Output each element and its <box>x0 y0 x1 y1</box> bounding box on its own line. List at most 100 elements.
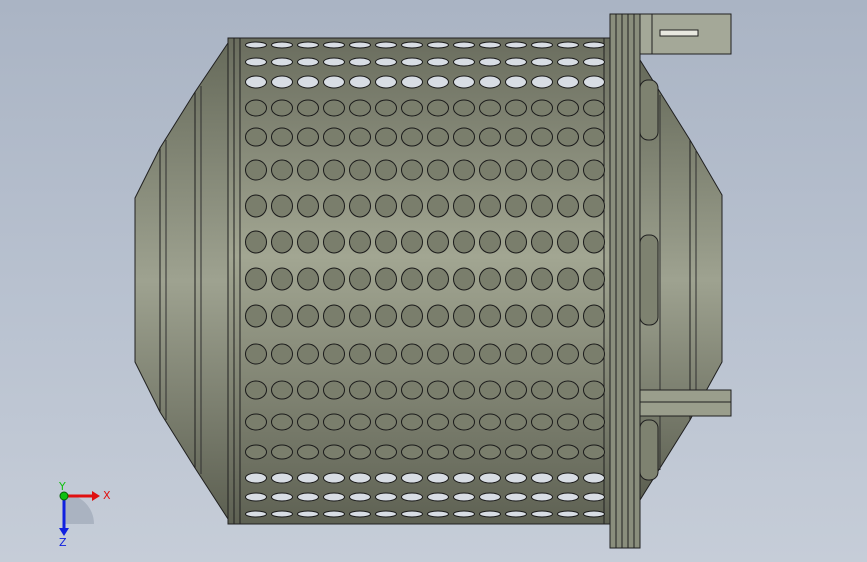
perforation-hole <box>453 267 475 291</box>
bottom-lug <box>639 389 732 417</box>
perforation-hole <box>557 510 579 518</box>
perforation-hole <box>583 57 605 67</box>
cad-viewport[interactable]: X Y Z <box>0 0 867 562</box>
flange-plate <box>609 13 641 549</box>
perforation-hole <box>427 380 449 400</box>
perforation-hole <box>427 444 449 460</box>
perforation-hole <box>479 99 501 117</box>
perforation-hole <box>453 99 475 117</box>
perforation-hole <box>323 267 345 291</box>
perforation-hole <box>323 472 345 484</box>
perforation-hole <box>531 472 553 484</box>
perforation-hole <box>245 472 267 484</box>
perforation-hole <box>427 304 449 328</box>
perforation-hole <box>375 510 397 518</box>
perforation-hole <box>349 159 371 181</box>
perforation-hole <box>531 444 553 460</box>
perforation-hole <box>427 159 449 181</box>
perforation-hole <box>297 57 319 67</box>
perforation-hole <box>505 413 527 431</box>
perforation-hole <box>323 159 345 181</box>
perforation-hole <box>583 510 605 518</box>
perforation-hole <box>479 380 501 400</box>
perforation-hole <box>245 492 267 502</box>
perforation-hole <box>505 510 527 518</box>
perforation-hole <box>349 472 371 484</box>
orientation-triad[interactable]: X Y Z <box>40 482 120 552</box>
perforation-hole <box>505 472 527 484</box>
perforation-hole <box>453 413 475 431</box>
perforation-hole <box>245 444 267 460</box>
perforation-hole <box>505 127 527 147</box>
perforation-hole <box>401 444 423 460</box>
perforation-hole <box>453 57 475 67</box>
perforation-hole <box>479 444 501 460</box>
perforation-hole <box>531 413 553 431</box>
perforation-hole <box>583 492 605 502</box>
perforation-hole <box>349 267 371 291</box>
perforation-hole <box>401 57 423 67</box>
perforation-hole <box>557 159 579 181</box>
perforation-hole <box>557 413 579 431</box>
perforation-hole <box>297 230 319 254</box>
perforation-hole <box>557 127 579 147</box>
perforation-hole <box>505 41 527 49</box>
perforation-hole <box>245 413 267 431</box>
perforation-hole <box>349 492 371 502</box>
x-axis-arrow <box>92 491 100 501</box>
perforation-hole <box>427 267 449 291</box>
perforation-hole <box>583 472 605 484</box>
perforation-hole <box>375 472 397 484</box>
perforation-hole <box>375 444 397 460</box>
perforation-hole <box>427 472 449 484</box>
perforation-hole <box>557 472 579 484</box>
perforation-hole <box>505 492 527 502</box>
perforation-hole <box>453 444 475 460</box>
perforation-hole <box>479 472 501 484</box>
perforation-hole <box>349 343 371 365</box>
perforation-hole <box>271 230 293 254</box>
perforation-hole <box>271 380 293 400</box>
perforation-hole <box>557 75 579 89</box>
perforation-hole <box>401 343 423 365</box>
perforation-hole <box>583 304 605 328</box>
perforation-hole <box>245 75 267 89</box>
perforation-hole <box>583 267 605 291</box>
perforation-hole <box>297 472 319 484</box>
perforation-hole <box>401 267 423 291</box>
perforation-hole <box>557 57 579 67</box>
perforation-hole <box>583 230 605 254</box>
perforation-hole <box>505 267 527 291</box>
perforation-hole <box>505 230 527 254</box>
perforation-hole <box>531 267 553 291</box>
perforation-hole <box>479 75 501 89</box>
perforation-hole <box>479 57 501 67</box>
perforation-hole <box>375 230 397 254</box>
perforation-hole <box>375 267 397 291</box>
perforation-hole <box>505 99 527 117</box>
perforation-hole <box>375 57 397 67</box>
drum-model[interactable] <box>0 0 867 562</box>
perforation-hole <box>297 444 319 460</box>
perforation-hole <box>401 99 423 117</box>
perforation-hole <box>427 57 449 67</box>
perforation-hole <box>479 304 501 328</box>
perforation-hole <box>323 510 345 518</box>
perforation-hole <box>271 444 293 460</box>
perforation-hole <box>505 57 527 67</box>
perforation-hole <box>271 57 293 67</box>
perforation-hole <box>323 194 345 218</box>
perforation-hole <box>401 75 423 89</box>
perforation-hole <box>453 41 475 49</box>
perforation-hole <box>427 343 449 365</box>
perforation-hole <box>271 510 293 518</box>
perforation-hole <box>297 159 319 181</box>
perforation-hole <box>271 492 293 502</box>
perforation-hole <box>349 304 371 328</box>
perforation-hole <box>583 41 605 49</box>
perforation-hole <box>557 380 579 400</box>
perforation-hole <box>297 304 319 328</box>
perforation-hole <box>323 230 345 254</box>
perforation-hole <box>401 230 423 254</box>
perforation-hole <box>245 380 267 400</box>
